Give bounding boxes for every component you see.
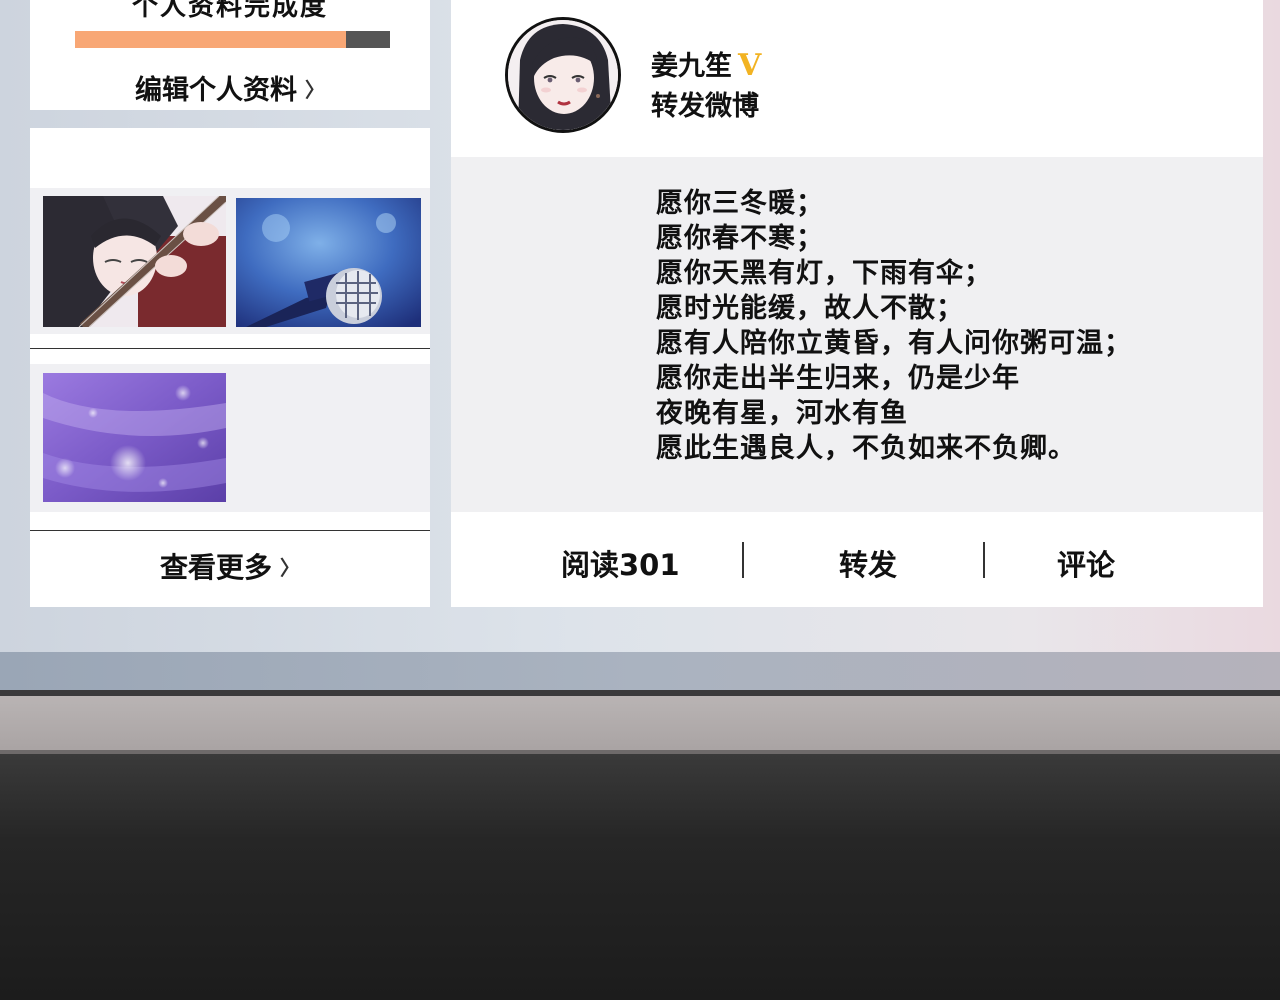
album-divider [30, 348, 430, 349]
desk-surface [0, 754, 1280, 1000]
chevron-right-icon: 〉 [280, 556, 300, 580]
post-text-line: 夜晚有星，河水有鱼 [656, 398, 908, 429]
album-row [30, 188, 430, 334]
post-text-line: 愿你走出半生归来，仍是少年 [656, 363, 1020, 394]
post-actions-bar: 阅读301 转发 评论 [451, 512, 1263, 607]
post-type-label: 转发微博 [651, 91, 759, 122]
post-text-line: 愿你春不寒； [656, 223, 824, 254]
completion-progress-bar [75, 31, 390, 48]
action-divider [742, 542, 744, 578]
read-count: 阅读301 [561, 548, 680, 582]
screen-bottom-band [0, 652, 1280, 690]
post-text-line: 愿你天黑有灯，下雨有伞； [656, 258, 992, 289]
completion-title: 个人资料完成度 [131, 0, 328, 22]
repost-card: 姜九笙 V 转发微博 愿你三冬暖； 愿你春不寒； 愿你天黑有灯，下雨有伞； 愿时光能缓，… [451, 0, 1263, 607]
post-text-line: 愿你三冬暖； [656, 188, 824, 219]
profile-completion-card: 个人资料完成度 编辑个人资料〉 [30, 0, 430, 110]
verified-badge-icon: V [738, 48, 762, 83]
album-row [30, 364, 430, 512]
comment-button[interactable]: 评论 [1057, 542, 1115, 584]
edit-profile-link[interactable]: 编辑个人资料〉 [30, 68, 430, 107]
repost-button[interactable]: 转发 [839, 542, 897, 584]
monitor-stand-shelf [0, 696, 1280, 752]
post-body: 愿你三冬暖； 愿你春不寒； 愿你天黑有灯，下雨有伞； 愿时光能缓，故人不散； 愿有人陪你… [656, 186, 1132, 466]
guitar-girl-image[interactable] [43, 196, 226, 327]
avatar[interactable] [505, 17, 621, 133]
edit-profile-label: 编辑个人资料 [135, 75, 297, 106]
user-name[interactable]: 姜九笙 V [651, 44, 761, 83]
post-header: 姜九笙 V 转发微博 [451, 0, 1263, 157]
post-text-line: 愿时光能缓，故人不散； [656, 293, 964, 324]
post-text-line: 愿有人陪你立黄昏，有人问你粥可温； [656, 328, 1132, 359]
view-more-link[interactable]: 查看更多〉 [30, 546, 430, 586]
post-text-line: 愿此生遇良人，不负如来不负卿。 [656, 433, 1076, 464]
album-divider [30, 530, 430, 531]
user-name-text: 姜九笙 [651, 51, 732, 82]
view-more-label: 查看更多 [159, 551, 272, 584]
completion-progress-fill [75, 31, 346, 48]
photo-album-card: 查看更多〉 [30, 128, 430, 607]
microphone-image[interactable] [236, 198, 421, 327]
action-divider [983, 542, 985, 578]
purple-sparkle-image[interactable] [43, 373, 226, 502]
chevron-right-icon: 〉 [305, 78, 325, 102]
